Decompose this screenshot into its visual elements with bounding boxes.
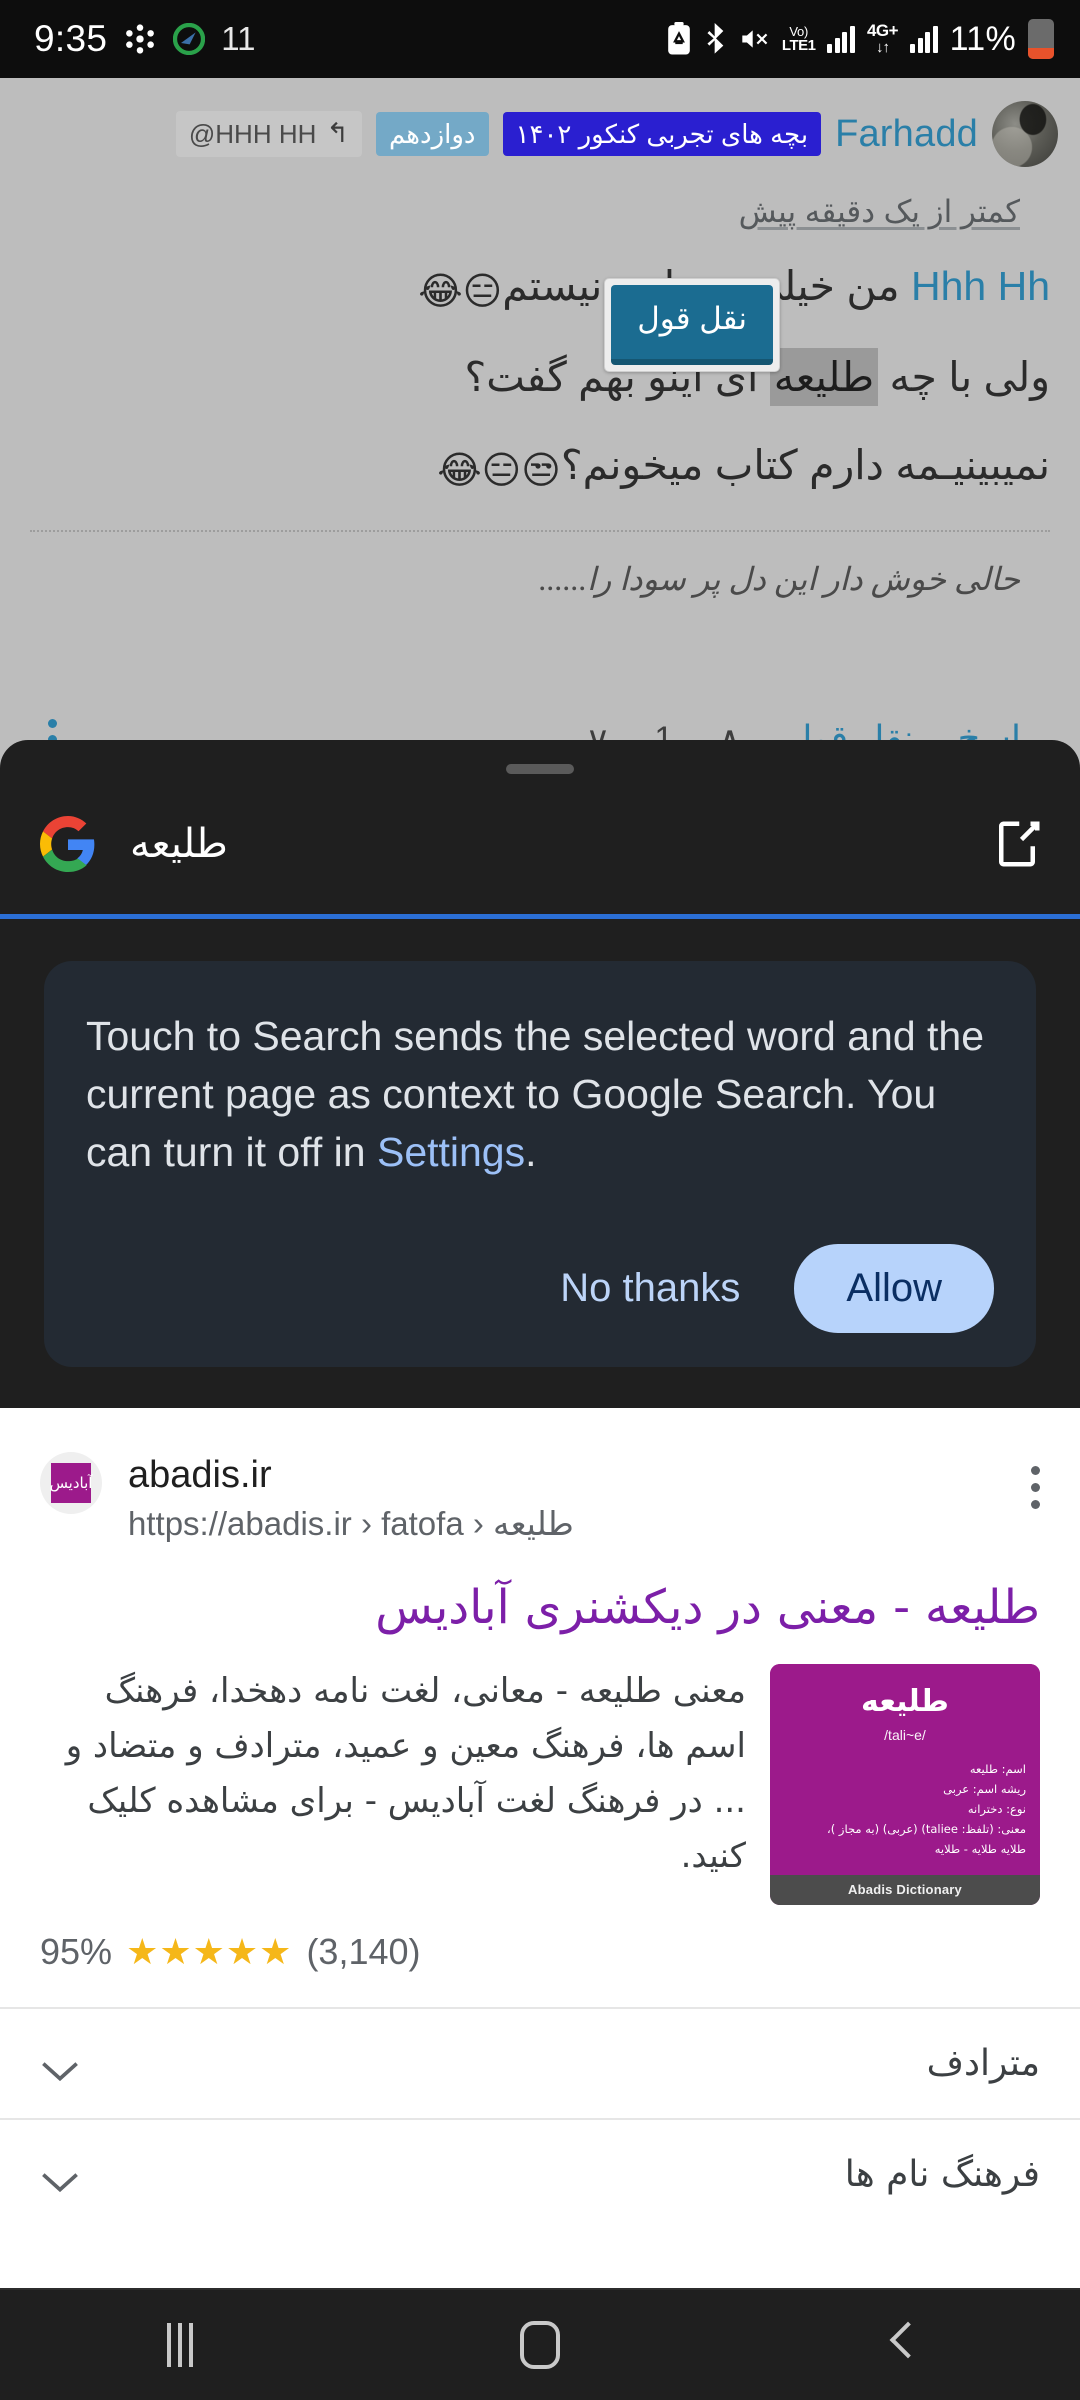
post-header: Farhadd بچه های تجربی کنکور ۱۴۰۲ دوازدهم… [0,78,1080,190]
thumbnail-line: اسم: طلیعه [969,1761,1026,1776]
accordion-label: مترادف [926,2043,1040,2085]
back-button[interactable] [840,2289,960,2400]
snowflake-icon [123,22,157,56]
mute-icon [740,26,770,52]
emoji-group-1: 😑😂 [418,271,504,313]
thumbnail-ipa: /tali~e/ [884,1726,926,1743]
favicon-label: آبادیس [50,1463,92,1503]
chevron-down-icon [40,2163,80,2192]
avatar[interactable] [992,101,1058,167]
home-button[interactable] [480,2289,600,2400]
quote-button[interactable]: نقل قول [611,285,773,365]
touch-to-search-bar[interactable]: طلیعه [0,774,1080,914]
result-site-name: abadis.ir [128,1454,272,1496]
thumbnail-line: طلایه طلایه - طلایه [934,1842,1026,1857]
thumbnail-word: طلیعه [861,1683,949,1719]
rating-count: (3,140) [306,1931,421,1973]
status-bar-left: 9:35 11 [34,18,255,60]
search-term: طلیعه [130,821,228,867]
recycle-battery-icon [666,22,692,56]
no-thanks-button[interactable]: No thanks [552,1252,748,1325]
promo-spacer [0,1367,1080,1411]
message-mention[interactable]: Hhh Hh [911,263,1050,309]
post-signature: حالی خوش دار این دل پر سودا را...... [539,560,1020,597]
phone-screen: 9:35 11 Vo) LTE1 4G+ ↓↑ 11% Farhadd بچه … [0,0,1080,2400]
rating-percent: 95% [40,1931,113,1973]
message-line-2: ولی با چه طلیعه ای اینو بهم گفت؟ [0,347,1080,409]
message-line-1: Hhh Hh من خیلی حساس نیستم😑😂 [0,256,1080,321]
signal-2-icon [910,25,938,53]
status-clock: 9:35 [34,18,108,59]
result-header[interactable]: آبادیس abadis.ir https://abadis.ir › fat… [0,1408,1080,1543]
emoji-group-3: 😒😑😂 [437,449,563,492]
thumbnail-lines: اسم: طلیعه ریشه اسم: عربی نوع: دخترانه م… [784,1759,1026,1860]
accordion-label: فرهنگ نام ها [844,2154,1040,2196]
bluetooth-icon [704,23,728,55]
rating-row: 95% ★★★★★ (3,140) [0,1905,1080,1973]
post-timestamp: کمتر از یک دقیقه پیش [738,194,1020,229]
recents-button[interactable] [120,2289,240,2400]
allow-button[interactable]: Allow [794,1243,994,1333]
back-icon [885,2322,915,2368]
message-line-3-before: نمیبینی [953,441,1050,488]
thumbnail-line: نوع: دخترانه [967,1801,1026,1816]
accordion-list: مترادف فرهنگ نام ها [0,2007,1080,2229]
result-snippet: معنی طلیعه - معانی، لغت نامه دهخدا، فرهن… [65,1670,746,1876]
result-url: https://abadis.ir › fatofa › طلیعه [128,1504,574,1542]
green-arrow-icon [173,23,206,55]
accordion-row-synonyms[interactable]: مترادف [0,2007,1080,2118]
badge-reply-to[interactable]: ↰ HHH HH@ [175,111,362,157]
badge-reply-to-label: HHH HH@ [188,118,317,149]
result-thumbnail[interactable]: طلیعه /tali~e/ اسم: طلیعه ریشه اسم: عربی… [770,1663,1040,1906]
recents-icon [167,2323,193,2367]
quote-popup: نقل قول [604,278,780,372]
post-username[interactable]: Farhadd [835,113,978,156]
promo-text-part-2: . [525,1129,537,1176]
panel-accent-underline [0,914,1080,919]
thumbnail-line: معنی: (تلفظ: taliee) (عربی) (به مجاز )، [827,1821,1026,1836]
google-logo-icon [40,816,96,872]
touch-to-search-panel: طلیعه Touch to Search sends the selected… [0,740,1080,1417]
reply-arrow-icon: ↰ [326,118,349,149]
badge-grade[interactable]: دوازدهم [376,111,489,157]
chevron-down-icon [40,2052,80,2081]
accordion-row-names[interactable]: فرهنگ نام ها [0,2118,1080,2229]
thumbnail-content: طلیعه /tali~e/ اسم: طلیعه ریشه اسم: عربی… [770,1663,1040,1876]
touch-to-search-promo-card: Touch to Search sends the selected word … [44,961,1036,1367]
status-bar: 9:35 11 Vo) LTE1 4G+ ↓↑ 11% [0,0,1080,78]
thumbnail-line: ریشه اسم: عربی [943,1781,1026,1796]
status-bar-right: Vo) LTE1 4G+ ↓↑ 11% [666,19,1054,59]
result-body: معنی طلیعه - معانی، لغت نامه دهخدا، فرهن… [0,1638,1080,1906]
battery-percent: 11% [949,19,1016,58]
message-line-3: نمیبینیـمه دارم کتاب میخونم؟😒😑😂 [0,435,1080,500]
rating-stars: ★★★★★ [126,1931,293,1973]
thumbnail-footer: Abadis Dictionary [770,1875,1040,1906]
badge-group[interactable]: بچه های تجربی کنکور ۱۴۰۲ [502,111,822,157]
favicon: آبادیس [40,1452,102,1514]
home-icon [520,2321,560,2369]
volte-icon: Vo) LTE1 [781,24,816,54]
battery-icon [1028,19,1054,59]
message-line-3-after: ـمه دارم کتاب میخونم؟ [560,441,954,488]
drag-handle-icon[interactable] [506,764,574,774]
message-line-2-before: ولی با چه [878,354,1050,400]
result-site-block: abadis.ir https://abadis.ir › fatofa › ط… [128,1452,574,1543]
result-title[interactable]: طلیعه - معنی در دیکشنری آبادیس [0,1543,1080,1638]
search-result-sheet: آبادیس abadis.ir https://abadis.ir › fat… [0,1408,1080,2288]
promo-text: Touch to Search sends the selected word … [86,1007,994,1182]
selected-word[interactable]: طلیعه [769,348,879,406]
4g-plus-icon: 4G+ ↓↑ [866,21,899,57]
open-in-new-icon[interactable] [990,817,1044,871]
notification-count: 11 [221,20,256,57]
navigation-bar [0,2288,1080,2400]
promo-actions: No thanks Allow [86,1243,994,1333]
signal-icon [827,25,855,53]
settings-link[interactable]: Settings [377,1129,525,1175]
result-menu-icon[interactable] [1031,1452,1040,1509]
